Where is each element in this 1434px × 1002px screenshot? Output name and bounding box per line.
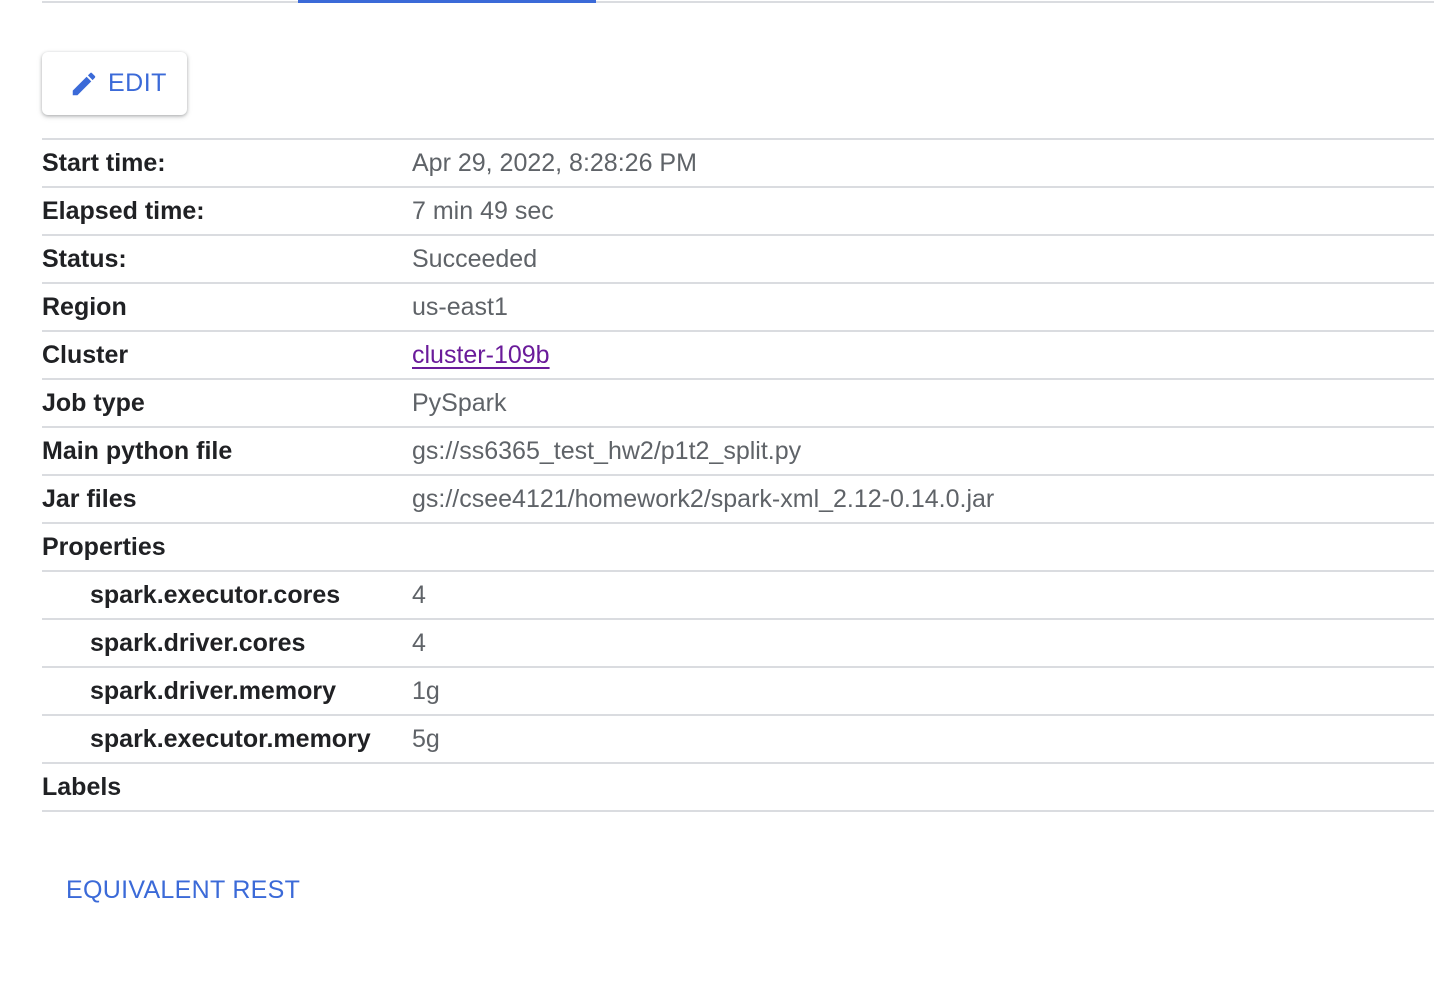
- detail-row-cluster: Cluster cluster-109b: [42, 332, 1434, 380]
- tab-bar: [42, 0, 1434, 3]
- property-key: spark.executor.cores: [90, 580, 341, 609]
- detail-row-properties: Properties: [42, 524, 1434, 572]
- detail-key: Jar files: [42, 484, 137, 513]
- detail-key: Start time:: [42, 148, 166, 177]
- status-value: Succeeded: [412, 244, 538, 273]
- property-key: spark.driver.cores: [90, 628, 306, 657]
- detail-row-status: Status: Succeeded: [42, 236, 1434, 284]
- property-row: spark.executor.memory 5g: [42, 716, 1434, 764]
- property-row: spark.driver.cores 4: [42, 620, 1434, 668]
- detail-value: gs://ss6365_test_hw2/p1t2_split.py: [412, 436, 802, 465]
- detail-value: 7 min 49 sec: [412, 196, 554, 225]
- property-row: spark.executor.cores 4: [42, 572, 1434, 620]
- detail-row-region: Region us-east1: [42, 284, 1434, 332]
- detail-key: Job type: [42, 388, 145, 417]
- detail-key: Status:: [42, 244, 127, 273]
- property-value: 4: [412, 580, 426, 609]
- detail-row-jar-files: Jar files gs://csee4121/homework2/spark-…: [42, 476, 1434, 524]
- property-row: spark.driver.memory 1g: [42, 668, 1434, 716]
- property-key: spark.driver.memory: [90, 676, 336, 705]
- detail-key: Region: [42, 292, 127, 321]
- job-details-table: Start time: Apr 29, 2022, 8:28:26 PM Ela…: [42, 138, 1434, 812]
- equivalent-rest-button[interactable]: EQUIVALENT REST: [66, 876, 300, 905]
- job-details-page: EDIT Start time: Apr 29, 2022, 8:28:26 P…: [0, 0, 1434, 1002]
- detail-key: Cluster: [42, 340, 129, 369]
- detail-key: Main python file: [42, 436, 233, 465]
- detail-row-labels: Labels: [42, 764, 1434, 812]
- detail-value: us-east1: [412, 292, 508, 321]
- detail-value: Apr 29, 2022, 8:28:26 PM: [412, 148, 697, 177]
- edit-button[interactable]: EDIT: [42, 52, 187, 115]
- detail-row-main-python-file: Main python file gs://ss6365_test_hw2/p1…: [42, 428, 1434, 476]
- edit-button-label: EDIT: [108, 69, 167, 97]
- detail-row-job-type: Job type PySpark: [42, 380, 1434, 428]
- property-value: 5g: [412, 724, 440, 753]
- detail-value: gs://csee4121/homework2/spark-xml_2.12-0…: [412, 484, 995, 513]
- detail-key: Labels: [42, 772, 122, 801]
- property-value: 4: [412, 628, 426, 657]
- property-value: 1g: [412, 676, 440, 705]
- cluster-link[interactable]: cluster-109b: [412, 341, 550, 370]
- property-key: spark.executor.memory: [90, 724, 371, 753]
- detail-value: PySpark: [412, 388, 507, 417]
- pencil-icon: [68, 68, 100, 100]
- detail-row-elapsed-time: Elapsed time: 7 min 49 sec: [42, 188, 1434, 236]
- detail-row-start-time: Start time: Apr 29, 2022, 8:28:26 PM: [42, 140, 1434, 188]
- active-tab-indicator: [298, 0, 596, 3]
- detail-key: Elapsed time:: [42, 196, 205, 225]
- detail-key: Properties: [42, 532, 166, 561]
